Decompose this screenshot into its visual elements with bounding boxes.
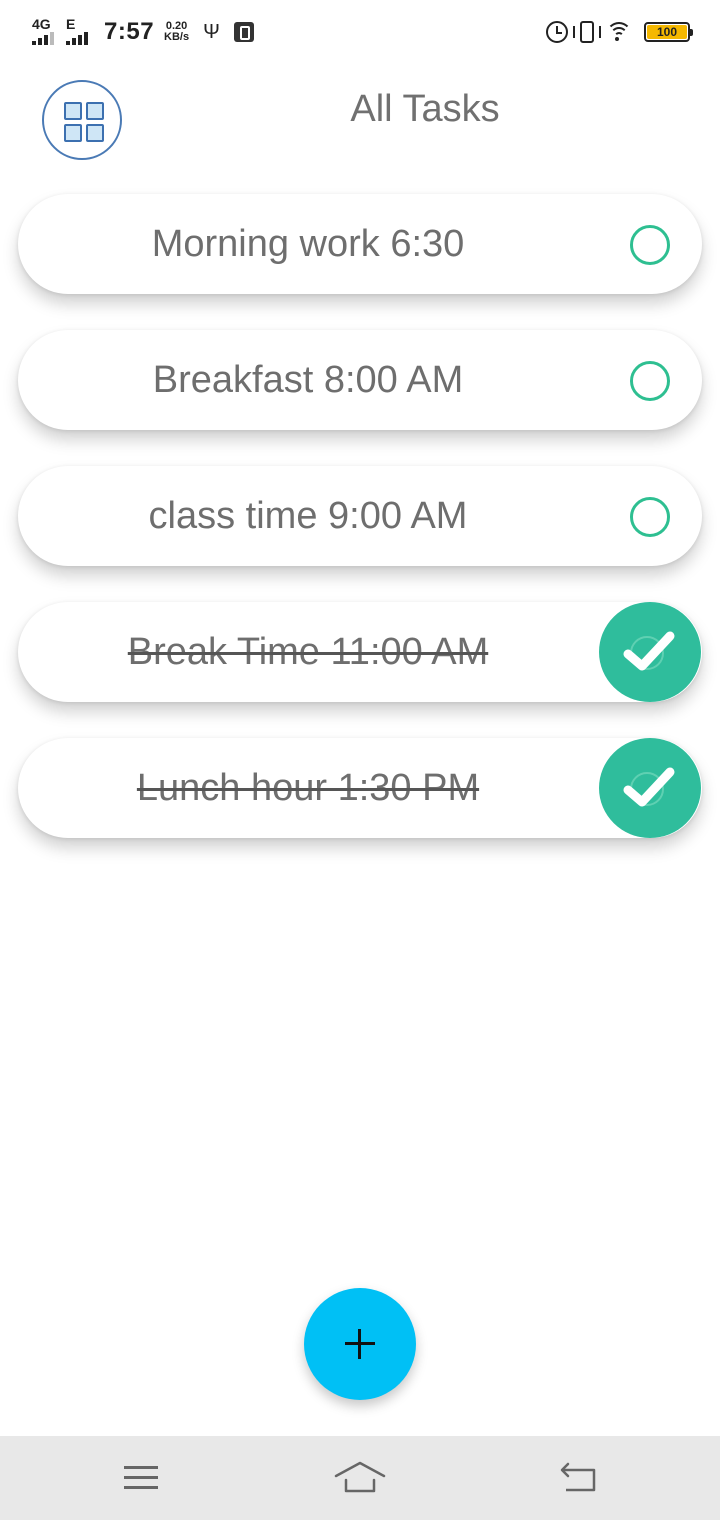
network-e-indicator: E bbox=[66, 17, 94, 47]
task-card[interactable]: Morning work 6:30 bbox=[18, 194, 702, 294]
task-card-completed[interactable]: Lunch hour 1:30 PM bbox=[18, 738, 702, 838]
navigation-bar bbox=[0, 1436, 720, 1520]
usb-settings-icon bbox=[233, 22, 254, 42]
task-text: Morning work 6:30 bbox=[151, 223, 465, 265]
status-bar: 4G E 7:57 0.20 KB/s Ψ 100 bbox=[0, 0, 720, 64]
network-e-label: E bbox=[66, 16, 76, 32]
task-card[interactable]: class time 9:00 AM bbox=[18, 466, 702, 566]
task-text: class time 9:00 AM bbox=[148, 495, 468, 537]
back-icon[interactable] bbox=[558, 1462, 600, 1494]
grid-icon bbox=[64, 102, 104, 142]
check-icon bbox=[623, 767, 675, 807]
network-speed-unit: KB/s bbox=[164, 31, 190, 43]
task-text: Breakfast 8:00 AM bbox=[152, 359, 464, 401]
menu-button[interactable] bbox=[42, 80, 122, 160]
network-speed: 0.20 KB/s bbox=[164, 21, 189, 43]
task-incomplete-checkbox[interactable] bbox=[630, 497, 670, 537]
task-complete-checkbox[interactable] bbox=[599, 738, 701, 838]
task-card-completed[interactable]: Break Time 11:00 AM bbox=[18, 602, 702, 702]
task-card[interactable]: Breakfast 8:00 AM bbox=[18, 330, 702, 430]
task-text: Lunch hour 1:30 PM bbox=[136, 767, 480, 809]
wifi-icon bbox=[606, 22, 632, 42]
network-4g-indicator: 4G bbox=[32, 17, 60, 47]
home-icon[interactable] bbox=[334, 1460, 386, 1494]
task-text: Break Time 11:00 AM bbox=[127, 631, 489, 673]
status-time: 7:57 bbox=[104, 18, 155, 45]
network-4g-label: 4G bbox=[32, 16, 51, 32]
alarm-icon bbox=[546, 21, 568, 43]
menu-icon[interactable] bbox=[124, 1466, 158, 1490]
usb-icon: Ψ bbox=[203, 20, 220, 43]
add-task-button[interactable] bbox=[304, 1288, 416, 1400]
check-icon bbox=[623, 631, 675, 671]
task-complete-checkbox[interactable] bbox=[599, 602, 701, 702]
battery-icon: 100 bbox=[644, 22, 693, 42]
page-title: All Tasks bbox=[350, 88, 500, 130]
task-incomplete-checkbox[interactable] bbox=[630, 361, 670, 401]
battery-level: 100 bbox=[647, 25, 687, 39]
task-incomplete-checkbox[interactable] bbox=[630, 225, 670, 265]
vibrate-icon bbox=[573, 21, 601, 43]
